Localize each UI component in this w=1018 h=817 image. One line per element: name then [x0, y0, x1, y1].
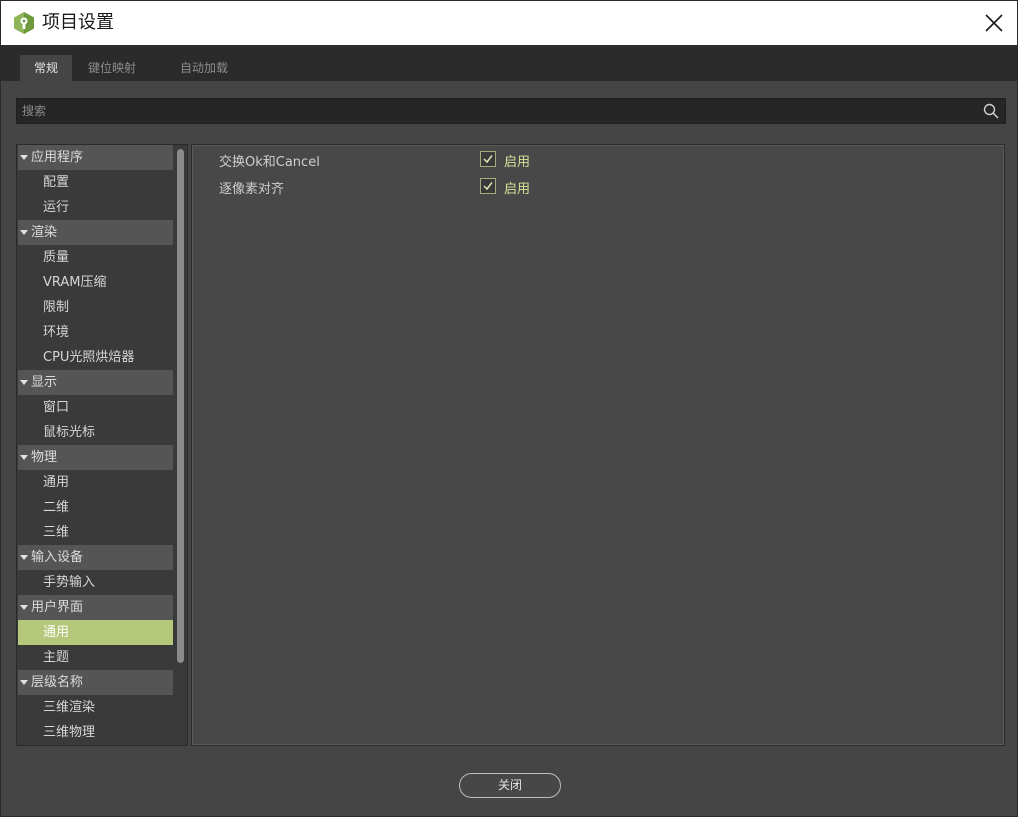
expand-arrow-icon [20, 155, 28, 160]
tree-item-physics-3d[interactable]: 三维 [18, 520, 173, 545]
title-bar: 项目设置 [1, 1, 1017, 45]
tree-item-window[interactable]: 窗口 [18, 395, 173, 420]
expand-arrow-icon [20, 555, 28, 560]
tree-item-vram-compression[interactable]: VRAM压缩 [18, 270, 173, 295]
tree-section-application[interactable]: 应用程序 [18, 145, 173, 170]
tree-section-input-devices[interactable]: 输入设备 [18, 545, 173, 570]
tree-item-limits[interactable]: 限制 [18, 295, 173, 320]
tree-section-layer-names[interactable]: 层级名称 [18, 670, 173, 695]
property-label: 交换Ok和Cancel [219, 155, 320, 170]
expand-arrow-icon [20, 680, 28, 685]
close-icon [985, 14, 1003, 32]
tree-item-3d-render[interactable]: 三维渲染 [18, 695, 173, 720]
property-value-label: 启用 [504, 155, 531, 170]
expand-arrow-icon [20, 605, 28, 610]
property-value-label: 启用 [504, 182, 531, 197]
tree-item-theme[interactable]: 主题 [18, 645, 173, 670]
window-close-button[interactable] [971, 1, 1017, 45]
search-input[interactable] [17, 99, 977, 123]
close-button[interactable]: 关闭 [459, 773, 561, 798]
tree-section-rendering[interactable]: 渲染 [18, 220, 173, 245]
window-title: 项目设置 [42, 12, 114, 33]
tree-item-gui-common[interactable]: 通用 [18, 620, 173, 645]
tree-section-gui[interactable]: 用户界面 [18, 595, 173, 620]
section-label: 应用程序 [31, 150, 84, 165]
godot-project-icon [14, 12, 34, 34]
tree-section-physics[interactable]: 物理 [18, 445, 173, 470]
checkmark-icon [483, 182, 493, 191]
tree-item-physics-common[interactable]: 通用 [18, 470, 173, 495]
search-box [16, 98, 1006, 124]
snap-pixels-checkbox[interactable] [480, 178, 496, 194]
search-icon [983, 103, 999, 119]
property-row: 交换Ok和Cancel 启用 [219, 148, 979, 170]
expand-arrow-icon [20, 455, 28, 460]
tree-section-display[interactable]: 显示 [18, 370, 173, 395]
tab-bar: 常规 键位映射 自动加载 [1, 45, 1017, 81]
tab-input-map[interactable]: 键位映射 [74, 55, 150, 81]
swap-ok-cancel-checkbox[interactable] [480, 151, 496, 167]
tree-item-config[interactable]: 配置 [18, 170, 173, 195]
section-label: 物理 [31, 450, 58, 465]
tree-item-pointing[interactable]: 手势输入 [18, 570, 173, 595]
tree-item-3d-physics[interactable]: 三维物理 [18, 720, 173, 745]
tree-item-quality[interactable]: 质量 [18, 245, 173, 270]
expand-arrow-icon [20, 380, 28, 385]
tab-autoload[interactable]: 自动加载 [166, 55, 242, 81]
tree-item-environment[interactable]: 环境 [18, 320, 173, 345]
tree-item-cpu-lightmapper[interactable]: CPU光照烘焙器 [18, 345, 173, 370]
expand-arrow-icon [20, 230, 28, 235]
tree-item-physics-2d[interactable]: 二维 [18, 495, 173, 520]
section-label: 渲染 [31, 225, 58, 240]
tree-item-run[interactable]: 运行 [18, 195, 173, 220]
tab-general[interactable]: 常规 [20, 55, 73, 81]
section-label: 显示 [31, 375, 58, 390]
tree-scrollbar[interactable] [177, 149, 184, 663]
property-inspector: 交换Ok和Cancel 启用 逐像素对齐 启用 [191, 144, 1005, 746]
tree-item-mouse-cursor[interactable]: 鼠标光标 [18, 420, 173, 445]
section-label: 层级名称 [31, 675, 84, 690]
property-label: 逐像素对齐 [219, 182, 285, 197]
settings-category-tree: 应用程序 配置 运行 渲染 质量 VRAM压缩 限制 环境 CPU光照烘焙器 显… [16, 144, 188, 746]
project-settings-window: 项目设置 常规 键位映射 自动加载 应用程序 配置 运行 渲染 质量 VRAM压… [0, 0, 1018, 817]
section-label: 输入设备 [31, 550, 84, 565]
section-label: 用户界面 [31, 600, 84, 615]
property-row: 逐像素对齐 启用 [219, 175, 979, 197]
checkmark-icon [483, 155, 493, 164]
